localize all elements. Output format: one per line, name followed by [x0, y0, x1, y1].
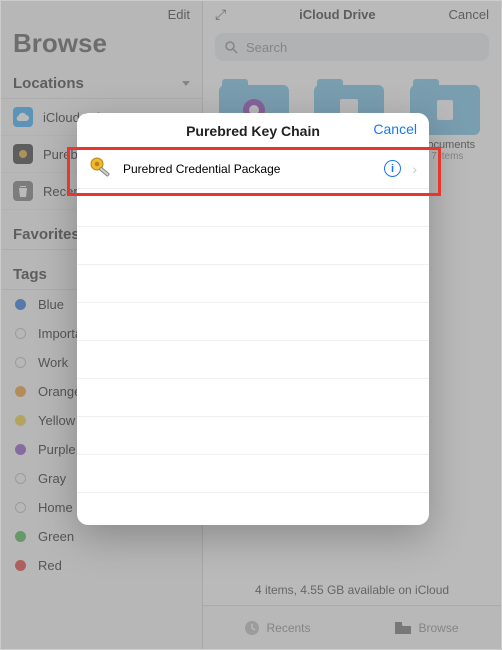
list-row-empty	[77, 379, 429, 417]
credential-label: Purebred Credential Package	[123, 162, 280, 176]
credential-package-row[interactable]: Purebred Credential Package i ›	[77, 149, 429, 189]
chevron-right-icon: ›	[412, 161, 417, 177]
list-row-empty	[77, 189, 429, 227]
modal-header: Purebred Key Chain Cancel	[77, 113, 429, 149]
key-icon	[89, 156, 115, 182]
list-row-empty	[77, 341, 429, 379]
info-icon[interactable]: i	[384, 160, 401, 177]
list-row-empty	[77, 227, 429, 265]
list-row-empty	[77, 455, 429, 493]
list-row-empty	[77, 303, 429, 341]
modal-cancel-button[interactable]: Cancel	[373, 121, 417, 137]
keychain-modal: Purebred Key Chain Cancel Purebred Crede…	[77, 113, 429, 525]
modal-title: Purebred Key Chain	[186, 123, 320, 139]
list-row-empty	[77, 417, 429, 455]
list-row-empty	[77, 265, 429, 303]
